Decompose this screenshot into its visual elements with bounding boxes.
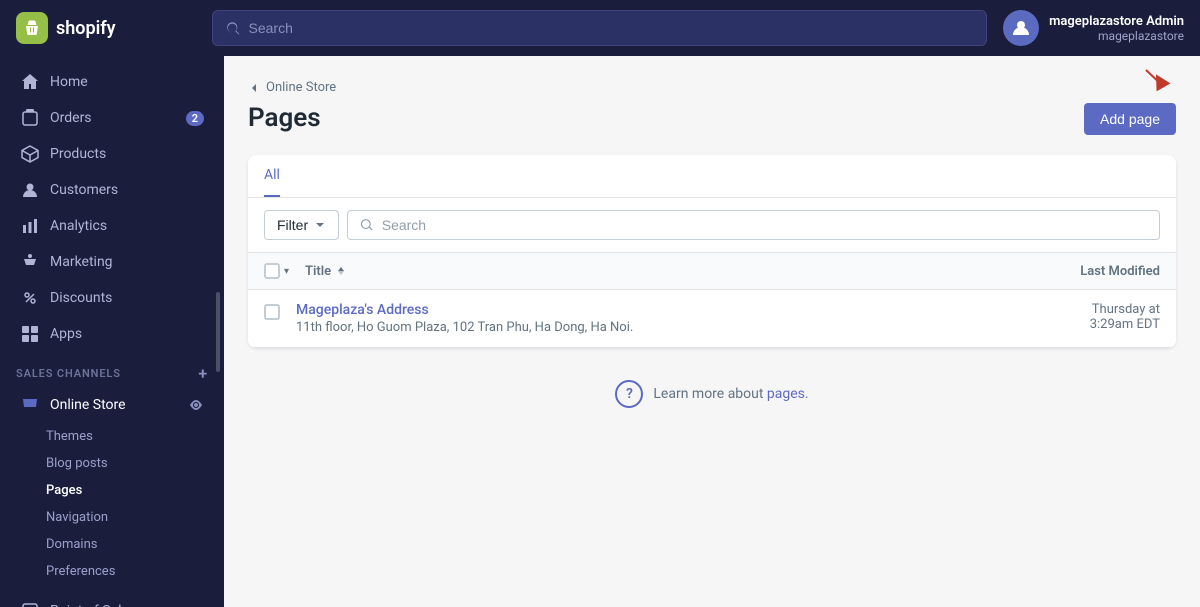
- sidebar-item-label-orders: Orders: [50, 110, 92, 126]
- sidebar-item-products[interactable]: Products: [4, 136, 220, 172]
- sidebar-item-label-discounts: Discounts: [50, 290, 112, 306]
- sidebar-item-point-of-sale[interactable]: Point of Sale: [4, 593, 220, 607]
- sidebar-item-customers[interactable]: Customers: [4, 172, 220, 208]
- eye-icon[interactable]: [188, 397, 204, 413]
- table-header: ▾ Title Last Modified: [248, 253, 1176, 290]
- sidebar-subitem-blog-posts[interactable]: Blog posts: [0, 450, 224, 477]
- analytics-icon: [20, 216, 40, 236]
- breadcrumb-parent: Online Store: [266, 80, 336, 95]
- filter-search[interactable]: [347, 210, 1160, 240]
- sidebar-subitem-pages[interactable]: Pages: [0, 477, 224, 504]
- page-title: Pages: [248, 103, 321, 133]
- online-store-actions: [188, 397, 204, 413]
- sidebar-item-apps[interactable]: Apps: [4, 316, 220, 352]
- shopify-bag-icon: [16, 12, 48, 44]
- search-input[interactable]: [249, 20, 975, 36]
- select-all-wrapper[interactable]: ▾: [264, 263, 289, 279]
- sidebar-item-label-customers: Customers: [50, 182, 118, 198]
- orders-icon: [20, 108, 40, 128]
- sidebar-item-label-apps: Apps: [50, 326, 82, 342]
- sidebar-item-online-store[interactable]: Online Store: [4, 387, 220, 423]
- page-header: Pages Add page: [248, 103, 1176, 135]
- learn-more-link[interactable]: pages.: [767, 386, 809, 402]
- orders-badge: 2: [186, 111, 204, 126]
- user-menu[interactable]: mageplazastore Admin mageplazastore: [1003, 10, 1184, 46]
- user-name: mageplazastore Admin: [1049, 14, 1184, 29]
- chevron-left-icon: [248, 82, 260, 94]
- column-title: Title: [305, 264, 1080, 279]
- filter-button[interactable]: Filter: [264, 210, 339, 240]
- row-date: Thursday at 3:29am EDT: [1090, 302, 1160, 332]
- sidebar-subitem-themes[interactable]: Themes: [0, 423, 224, 450]
- row-select-checkbox[interactable]: [264, 304, 280, 320]
- row-date-day: Thursday at: [1090, 302, 1160, 317]
- tab-all[interactable]: All: [264, 155, 280, 197]
- sidebar-item-label-marketing: Marketing: [50, 254, 113, 270]
- sidebar-item-home[interactable]: Home: [4, 64, 220, 100]
- customers-icon: [20, 180, 40, 200]
- sidebar-item-label-analytics: Analytics: [50, 218, 107, 234]
- sidebar-item-marketing[interactable]: Marketing: [4, 244, 220, 280]
- learn-more-section: ? Learn more about pages.: [248, 348, 1176, 440]
- sidebar-subitem-navigation[interactable]: Navigation: [0, 504, 224, 531]
- select-all-checkbox[interactable]: [264, 263, 280, 279]
- sidebar-subitem-preferences[interactable]: Preferences: [0, 558, 224, 585]
- add-sales-channel-button[interactable]: +: [198, 364, 208, 383]
- pos-icon: [20, 601, 40, 607]
- sidebar-item-orders[interactable]: Orders 2: [4, 100, 220, 136]
- sidebar-subitem-domains[interactable]: Domains: [0, 531, 224, 558]
- pages-card: All Filter ▾ Title: [248, 155, 1176, 348]
- checkbox-dropdown-icon[interactable]: ▾: [284, 266, 289, 277]
- row-checkbox[interactable]: [264, 304, 280, 320]
- breadcrumb[interactable]: Online Store: [248, 80, 1176, 95]
- row-title[interactable]: Mageplaza's Address: [296, 302, 1090, 318]
- table-row: Mageplaza's Address 11th floor, Ho Guom …: [248, 290, 1176, 348]
- learn-more-text: Learn more about pages.: [653, 386, 808, 402]
- column-last-modified: Last Modified: [1080, 264, 1160, 279]
- online-store-label: Online Store: [50, 397, 126, 413]
- sort-icon[interactable]: [335, 265, 347, 277]
- main-layout: Home Orders 2 Products Customers A: [0, 56, 1200, 607]
- add-page-button[interactable]: Add page: [1084, 103, 1176, 135]
- home-icon: [20, 72, 40, 92]
- sidebar-item-label-pos: Point of Sale: [50, 603, 129, 607]
- main-content: Online Store Pages Add page All: [224, 56, 1200, 607]
- tabs-bar: All: [248, 155, 1176, 198]
- row-subtitle: 11th floor, Ho Guom Plaza, 102 Tran Phu,…: [296, 320, 1090, 335]
- filter-search-input[interactable]: [382, 217, 1147, 233]
- chevron-down-icon: [314, 219, 326, 231]
- app-header: shopify mageplazastore Admin mageplazast…: [0, 0, 1200, 56]
- sidebar: Home Orders 2 Products Customers A: [0, 56, 224, 607]
- sales-channels-label: SALES CHANNELS +: [0, 352, 224, 387]
- avatar: [1003, 10, 1039, 46]
- user-store: mageplazastore: [1049, 29, 1184, 43]
- marketing-icon: [20, 252, 40, 272]
- sidebar-item-discounts[interactable]: Discounts: [4, 280, 220, 316]
- filter-label: Filter: [277, 217, 308, 233]
- search-icon: [225, 20, 241, 36]
- filter-bar: Filter: [248, 198, 1176, 253]
- user-info: mageplazastore Admin mageplazastore: [1049, 14, 1184, 43]
- sidebar-item-label-home: Home: [50, 74, 88, 90]
- search-icon-filter: [360, 218, 374, 232]
- global-search[interactable]: [212, 10, 987, 46]
- help-icon: ?: [615, 380, 643, 408]
- discounts-icon: [20, 288, 40, 308]
- logo[interactable]: shopify: [16, 12, 196, 44]
- add-page-wrapper: Add page: [1084, 103, 1176, 135]
- apps-icon: [20, 324, 40, 344]
- arrow-indicator: [1121, 68, 1171, 108]
- products-icon: [20, 144, 40, 164]
- row-date-time: 3:29am EDT: [1090, 317, 1160, 332]
- logo-text: shopify: [56, 18, 116, 39]
- row-content: Mageplaza's Address 11th floor, Ho Guom …: [296, 302, 1090, 335]
- sidebar-item-analytics[interactable]: Analytics: [4, 208, 220, 244]
- online-store-icon: [20, 395, 40, 415]
- sidebar-item-label-products: Products: [50, 146, 106, 162]
